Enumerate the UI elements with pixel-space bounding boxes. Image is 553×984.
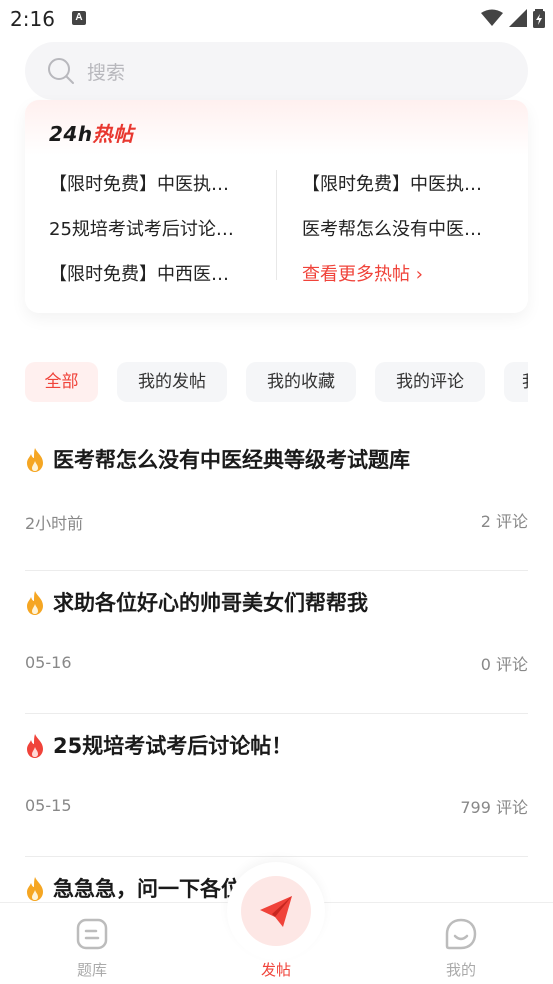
post-title[interactable]: 医考帮怎么没有中医经典等级考试题库	[53, 444, 410, 474]
search-icon	[48, 58, 74, 84]
fire-icon	[27, 448, 43, 472]
hot-item-right-1[interactable]: 【限时免费】中医执…	[302, 170, 517, 196]
hot-item-left-2[interactable]: 25规培考试考后讨论…	[49, 215, 269, 241]
post-time: 2小时前	[25, 514, 84, 533]
tab-more[interactable]: 我	[504, 362, 528, 402]
post-comment-count: 799 评论	[460, 798, 528, 817]
post-item[interactable]: 25规培考试考后讨论帖！ 05-15 799 评论	[25, 714, 528, 857]
post-item[interactable]: 医考帮怎么没有中医经典等级考试题库 2小时前 2 评论	[25, 428, 528, 571]
post-time: 05-16	[25, 653, 72, 672]
nav-item-question-bank[interactable]: 题库	[42, 903, 142, 984]
tab-my-comments[interactable]: 我的评论	[375, 362, 485, 402]
post-title[interactable]: 25规培考试考后讨论帖！	[53, 730, 292, 760]
hot-posts-card: 24h热帖 【限时免费】中医执… 25规培考试考后讨论… 【限时免费】中西医… …	[25, 100, 528, 313]
hot-title-suffix: 热帖	[92, 122, 134, 146]
nav-label: 我的	[445, 961, 476, 979]
tab-my-favorites[interactable]: 我的收藏	[246, 362, 356, 402]
post-comment-count: 0 评论	[480, 655, 528, 674]
filter-tabs: 全部 我的发帖 我的收藏 我的评论 我	[25, 362, 528, 402]
paper-plane-icon	[260, 896, 292, 927]
post-time: 05-15	[25, 796, 72, 815]
create-post-button[interactable]	[241, 876, 311, 946]
forum-screen: 2:16 A 搜索 24h热帖 【限时免费】中医执… 25规培考试考后讨论… 【…	[0, 0, 553, 984]
nav-item-mine[interactable]: 我的	[411, 903, 511, 984]
status-time: 2:16	[10, 7, 55, 31]
post-comment-count: 2 评论	[480, 512, 528, 531]
wifi-icon	[481, 9, 503, 26]
tab-all[interactable]: 全部	[25, 362, 98, 402]
hot-item-left-3[interactable]: 【限时免费】中西医…	[49, 260, 269, 286]
view-more-hot-link[interactable]: 查看更多热帖 ›	[302, 260, 423, 286]
battery-icon	[533, 9, 545, 28]
hot-title-prefix: 24h	[49, 122, 93, 146]
post-title[interactable]: 急急急，问一下各位	[53, 873, 242, 903]
hot-item-right-2[interactable]: 医考帮怎么没有中医…	[302, 215, 517, 241]
nav-label: 题库	[76, 961, 107, 979]
search-bar[interactable]: 搜索	[25, 42, 528, 100]
question-bank-icon	[76, 918, 108, 950]
search-input[interactable]: 搜索	[87, 58, 125, 85]
hot-posts-title: 24h热帖	[49, 118, 134, 147]
tab-my-posts[interactable]: 我的发帖	[117, 362, 227, 402]
profile-face-icon	[445, 918, 477, 950]
notification-badge-icon: A	[72, 11, 86, 25]
signal-icon	[509, 9, 527, 27]
hot-item-left-1[interactable]: 【限时免费】中医执…	[49, 170, 269, 196]
post-title[interactable]: 求助各位好心的帅哥美女们帮帮我	[53, 587, 368, 617]
post-item[interactable]: 求助各位好心的帅哥美女们帮帮我 05-16 0 评论	[25, 571, 528, 714]
fire-icon	[27, 877, 43, 901]
fire-icon	[27, 591, 43, 615]
nav-label: 发帖	[260, 961, 291, 979]
fire-icon	[27, 734, 43, 758]
status-icons	[481, 8, 545, 28]
hot-divider	[276, 170, 277, 280]
status-bar: 2:16 A	[0, 0, 553, 38]
